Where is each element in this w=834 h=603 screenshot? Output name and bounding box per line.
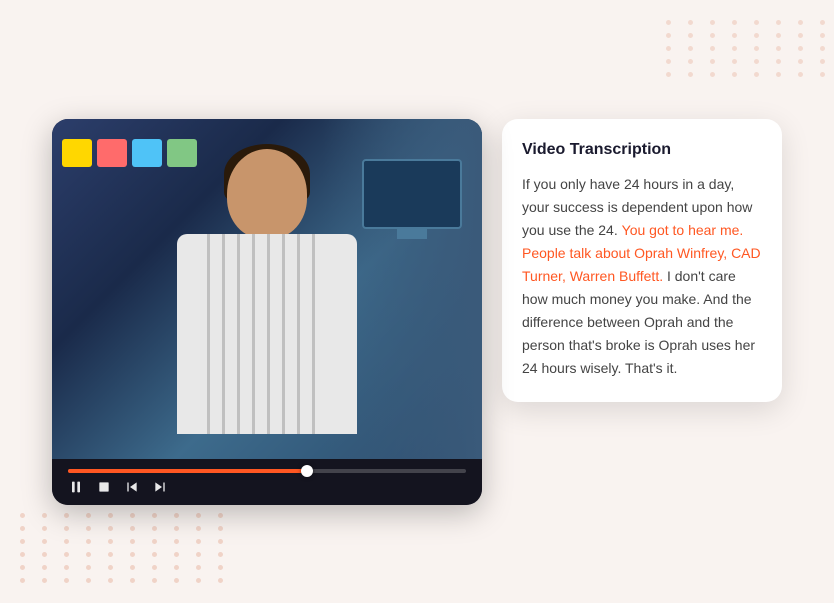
person-body bbox=[127, 139, 407, 459]
skip-back-button[interactable] bbox=[124, 479, 140, 495]
transcription-title: Video Transcription bbox=[522, 141, 762, 159]
main-container: Video Transcription If you only have 24 … bbox=[52, 119, 782, 505]
progress-bar-fill bbox=[68, 469, 307, 473]
skip-forward-icon bbox=[152, 479, 168, 495]
person-head bbox=[227, 149, 307, 239]
transcription-card: Video Transcription If you only have 24 … bbox=[502, 119, 782, 403]
person-shirt bbox=[177, 234, 357, 434]
stop-icon bbox=[96, 479, 112, 495]
transcription-text-normal-2: I don't care how much money you make. An… bbox=[522, 268, 755, 376]
transcription-text: If you only have 24 hours in a day, your… bbox=[522, 173, 762, 381]
video-controls bbox=[52, 459, 482, 505]
skip-back-icon bbox=[124, 479, 140, 495]
video-thumbnail bbox=[52, 119, 482, 459]
pause-icon bbox=[68, 479, 84, 495]
person-figure bbox=[127, 139, 407, 459]
sticky-red bbox=[97, 139, 127, 167]
skip-forward-button[interactable] bbox=[152, 479, 168, 495]
pause-button[interactable] bbox=[68, 479, 84, 495]
progress-bar-container[interactable] bbox=[68, 469, 466, 473]
controls-row bbox=[68, 479, 466, 495]
sticky-yellow bbox=[62, 139, 92, 167]
stop-button[interactable] bbox=[96, 479, 112, 495]
dot-grid-bottom-left bbox=[20, 513, 232, 583]
video-player bbox=[52, 119, 482, 505]
dot-grid-top-right bbox=[666, 20, 834, 77]
